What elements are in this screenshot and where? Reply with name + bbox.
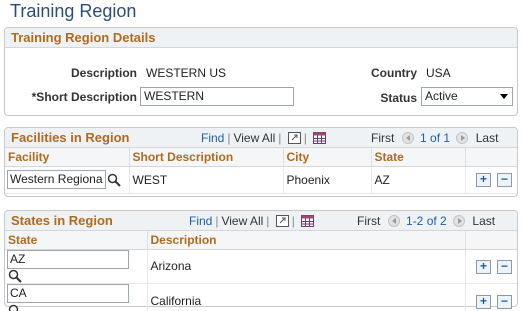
column-header-description: Description <box>147 231 466 250</box>
facilities-find-link[interactable]: Find <box>201 131 224 145</box>
facility-input[interactable]: Western Regiona <box>7 170 106 189</box>
facilities-table: Facility Short Description City State We… <box>5 148 517 194</box>
previous-icon[interactable] <box>387 215 400 227</box>
add-row-button[interactable]: + <box>476 259 491 274</box>
country-label: Country <box>371 66 417 80</box>
states-find-link[interactable]: Find <box>189 214 212 228</box>
state-cell: AZ <box>371 166 466 194</box>
short-description-label: *Short Description <box>31 90 137 104</box>
details-header: Training Region Details <box>5 28 517 48</box>
add-row-button[interactable]: + <box>476 294 491 309</box>
state-input[interactable]: CA <box>7 284 129 304</box>
city-cell: Phoenix <box>283 166 372 194</box>
zoom-grid-icon[interactable] <box>275 215 289 227</box>
state-input[interactable]: AZ <box>7 249 129 269</box>
delete-row-button[interactable]: − <box>497 172 512 187</box>
next-icon[interactable] <box>453 215 466 227</box>
download-excel-icon[interactable] <box>301 215 315 227</box>
status-value: Active <box>425 89 458 103</box>
short-description-cell: WEST <box>129 166 284 194</box>
facilities-range: 1 of 1 <box>420 131 451 145</box>
column-header-state: State <box>371 148 466 167</box>
facilities-nav: Find | View All | | <box>201 131 327 145</box>
states-first[interactable]: First <box>357 214 380 228</box>
previous-icon[interactable] <box>401 132 414 144</box>
details-title: Training Region Details <box>11 30 156 45</box>
lookup-icon[interactable] <box>8 269 22 284</box>
facilities-first[interactable]: First <box>371 131 394 145</box>
status-label: Status <box>380 91 417 105</box>
column-header-short-description: Short Description <box>129 148 284 167</box>
zoom-grid-icon[interactable] <box>287 132 301 144</box>
states-header: States in Region Find | View All | | First … <box>5 211 517 231</box>
facilities-header: Facilities in Region Find | View All | | Fi… <box>5 128 517 148</box>
download-excel-icon[interactable] <box>313 132 327 144</box>
table-header-row: State Description <box>5 231 517 250</box>
page-title: Training Region <box>10 1 137 21</box>
status-select[interactable]: Active <box>421 87 513 106</box>
short-description-input[interactable]: WESTERN <box>140 87 294 106</box>
description-value: WESTERN US <box>146 66 227 80</box>
description-cell: California <box>147 283 466 311</box>
states-group: States in Region Find | View All | | First … <box>4 210 518 311</box>
country-value: USA <box>426 66 451 80</box>
chevron-down-icon <box>500 94 508 99</box>
add-row-button[interactable]: + <box>476 172 491 187</box>
description-label: Description <box>70 66 137 80</box>
table-row: Western Regiona WEST Phoenix AZ + − <box>5 166 517 194</box>
states-nav: Find | View All | | <box>189 214 315 228</box>
next-icon[interactable] <box>456 132 469 144</box>
facilities-title: Facilities in Region <box>11 130 130 145</box>
table-header-row: Facility Short Description City State <box>5 148 517 167</box>
states-view-all-link[interactable]: View All <box>221 214 263 228</box>
facilities-view-all-link[interactable]: View All <box>233 131 275 145</box>
states-table: State Description AZ Arizona + − CA Calif… <box>5 231 517 311</box>
column-header-state: State <box>5 231 148 250</box>
column-header-facility: Facility <box>5 148 130 167</box>
details-group: Training Region Details Description WEST… <box>4 27 518 116</box>
description-cell: Arizona <box>147 249 466 285</box>
states-last[interactable]: Last <box>472 214 495 228</box>
facilities-pager: First 1 of 1 Last <box>371 131 498 145</box>
states-pager: First 1-2 of 2 Last <box>357 214 495 228</box>
facilities-group: Facilities in Region Find | View All | | Fi… <box>4 127 518 197</box>
column-header-city: City <box>283 148 372 167</box>
lookup-icon[interactable] <box>8 304 22 311</box>
table-row: CA California + − <box>5 283 517 311</box>
delete-row-button[interactable]: − <box>497 294 512 309</box>
delete-row-button[interactable]: − <box>497 259 512 274</box>
facilities-last[interactable]: Last <box>476 131 499 145</box>
states-range: 1-2 of 2 <box>406 214 447 228</box>
table-row: AZ Arizona + − <box>5 249 517 285</box>
states-title: States in Region <box>11 213 113 228</box>
lookup-icon[interactable] <box>107 173 121 187</box>
